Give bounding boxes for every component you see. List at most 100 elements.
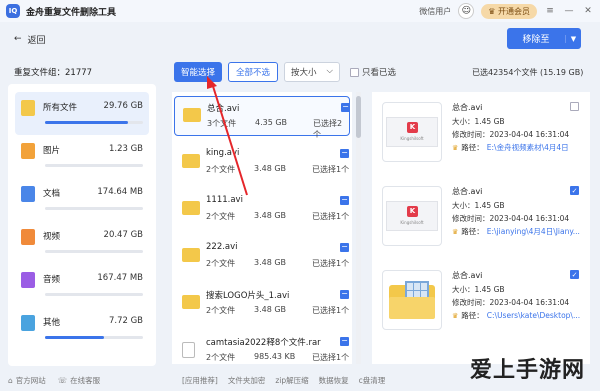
duplicate-group-row[interactable]: 搜索LOGO片头_1.avi 2个文件 3.48 GB 已选择1个 − (174, 284, 350, 324)
duplicate-group-row[interactable]: 总合.avi 3个文件 4.35 GB 已选择2个 − (174, 96, 350, 139)
category-item[interactable]: 其他 7.72 GB (15, 307, 149, 350)
group-selected-count: 已选择2个 (313, 119, 343, 139)
file-detail-list: K KingshiIsoft 总合.avi 大小：1.45 GB 修改时间：2023-0… (372, 92, 590, 364)
folder-front (389, 297, 435, 319)
chevron-down-icon[interactable]: ▼ (565, 34, 581, 43)
headset-icon: ☏ (57, 376, 68, 385)
duplicate-group-count: 重复文件组：21777 (14, 68, 93, 78)
deselect-all-button[interactable]: 全部不选 (228, 62, 279, 82)
category-label: 图片 (43, 146, 61, 156)
toolbar: 智能选择 全部不选 按大小 ⌵ 只看已选 (174, 62, 396, 82)
partial-check-icon[interactable]: − (340, 337, 349, 346)
footer-link[interactable]: [应用推荐] (182, 375, 218, 386)
group-selected-count: 已选择1个 (312, 353, 350, 362)
footer-link[interactable]: 数据恢复 (319, 375, 349, 386)
path-link[interactable]: E:\jianying\4月4日\Jiany... (487, 226, 580, 237)
menu-icon[interactable]: ≡ (544, 6, 556, 16)
category-item[interactable]: 音频 167.47 MB (15, 264, 149, 307)
file-modified-time: 修改时间：2023-04-04 16:31:04 (452, 298, 570, 307)
partial-check-icon[interactable]: − (340, 196, 349, 205)
duplicate-group-row[interactable]: camtasia2022释8个文件.rar 2个文件 985.43 KB 已选择1个 − (174, 331, 350, 364)
group-size: 985.43 KB (254, 352, 296, 361)
category-usage-fill (45, 121, 129, 124)
path-label: 路径： (461, 311, 484, 320)
footer-link[interactable]: c盘清理 (359, 375, 386, 386)
only-selected-label: 只看已选 (362, 68, 397, 78)
folder-icon (389, 281, 435, 319)
group-name: 1111.avi (206, 195, 243, 205)
avatar[interactable]: ☺ (458, 3, 475, 19)
category-usage-bar (45, 293, 143, 296)
group-name: king.avi (206, 148, 240, 158)
group-selected-count: 已选择1个 (312, 165, 350, 174)
remove-to-label: 移除至 (522, 35, 550, 45)
checkbox[interactable] (570, 102, 579, 111)
title-bar: IQ 金舟重复文件删除工具 微信用户 ☺ ♛ 开通会员 ≡ — ✕ (0, 0, 600, 22)
group-name: 总合.avi (207, 104, 240, 114)
partial-check-icon[interactable]: − (341, 103, 350, 112)
scrollbar[interactable] (356, 92, 361, 364)
category-item[interactable]: 所有文件 29.76 GB (15, 92, 149, 135)
partial-check-icon[interactable]: − (340, 290, 349, 299)
group-size: 3.48 GB (254, 305, 287, 314)
close-icon[interactable]: ✕ (582, 6, 594, 16)
file-path: ♛ 路径： C:\Users\kate\Desktop\... (452, 310, 580, 321)
group-file-count: 2个文件 (206, 353, 236, 362)
category-item[interactable]: 图片 1.23 GB (15, 135, 149, 178)
footer-link[interactable]: zip解压缩 (275, 375, 308, 386)
user-name[interactable]: 微信用户 (419, 6, 451, 17)
only-selected-toggle[interactable]: 只看已选 (350, 66, 396, 78)
brand-logo-icon: K (407, 122, 418, 133)
file-name: 总合.avi (452, 187, 483, 196)
crown-icon: ♛ (452, 311, 459, 320)
official-site-link[interactable]: ⌂ 官方网站 (8, 375, 46, 386)
group-selected-count: 已选择1个 (312, 212, 350, 221)
folder-icon (183, 108, 201, 122)
checkbox[interactable]: ✓ (570, 270, 579, 279)
group-size: 3.48 GB (254, 211, 287, 220)
path-link[interactable]: C:\Users\kate\Desktop\... (487, 311, 580, 320)
file-thumbnail (382, 270, 442, 330)
category-size: 167.47 MB (97, 273, 143, 283)
scrollbar-thumb[interactable] (356, 96, 361, 138)
category-label: 所有文件 (43, 103, 78, 113)
back-button[interactable]: ← 返回 (14, 33, 46, 46)
path-label: 路径： (461, 227, 484, 236)
chevron-down-icon: ⌵ (326, 66, 333, 76)
sort-dropdown[interactable]: 按大小 ⌵ (284, 62, 340, 82)
file-detail-card[interactable]: K KingshiIsoft 总合.avi 大小：1.45 GB 修改时间：2023-0… (378, 180, 586, 256)
group-name: 222.avi (206, 242, 238, 252)
smart-select-button[interactable]: 智能选择 (174, 62, 223, 82)
partial-check-icon[interactable]: − (340, 243, 349, 252)
checkbox[interactable] (350, 67, 359, 77)
category-label: 文档 (43, 189, 61, 199)
duplicate-group-row[interactable]: 1111.avi 2个文件 3.48 GB 已选择1个 − (174, 190, 350, 230)
grid-cell (414, 283, 420, 290)
group-size: 4.35 GB (255, 118, 288, 127)
category-item[interactable]: 文档 174.64 MB (15, 178, 149, 221)
category-size: 1.23 GB (108, 144, 143, 154)
category-label: 音频 (43, 275, 61, 285)
duplicate-group-row[interactable]: king.avi 2个文件 3.48 GB 已选择1个 − (174, 143, 350, 183)
group-file-count: 2个文件 (206, 165, 236, 174)
file-size: 大小：1.45 GB (452, 201, 505, 210)
category-usage-bar (45, 164, 143, 167)
remove-to-button[interactable]: 移除至 ▼ (507, 28, 581, 49)
minimize-icon[interactable]: — (563, 6, 575, 16)
path-link[interactable]: E:\金舟视频素材\4月4日 (487, 142, 569, 153)
file-size: 大小：1.45 GB (452, 117, 505, 126)
duplicate-group-row[interactable]: 222.avi 2个文件 3.48 GB 已选择1个 − (174, 237, 350, 277)
file-detail-card[interactable]: 总合.avi 大小：1.45 GB 修改时间：2023-04-04 16:31:04… (378, 264, 586, 340)
partial-check-icon[interactable]: − (340, 149, 349, 158)
checkbox[interactable]: ✓ (570, 186, 579, 195)
online-service-link[interactable]: ☏ 在线客服 (58, 375, 100, 386)
watermark: 爱上手游网 (470, 358, 586, 383)
grid-cell (421, 283, 427, 290)
vip-button[interactable]: ♛ 开通会员 (481, 3, 537, 19)
file-detail-card[interactable]: K KingshiIsoft 总合.avi 大小：1.45 GB 修改时间：2023-0… (378, 96, 586, 172)
video-thumbnail: K KingshiIsoft (386, 201, 438, 231)
category-item[interactable]: 视频 20.47 GB (15, 221, 149, 264)
footer-link[interactable]: 文件夹加密 (228, 375, 266, 386)
crown-icon: ♛ (452, 143, 459, 152)
group-selected-count: 已选择1个 (312, 306, 350, 315)
